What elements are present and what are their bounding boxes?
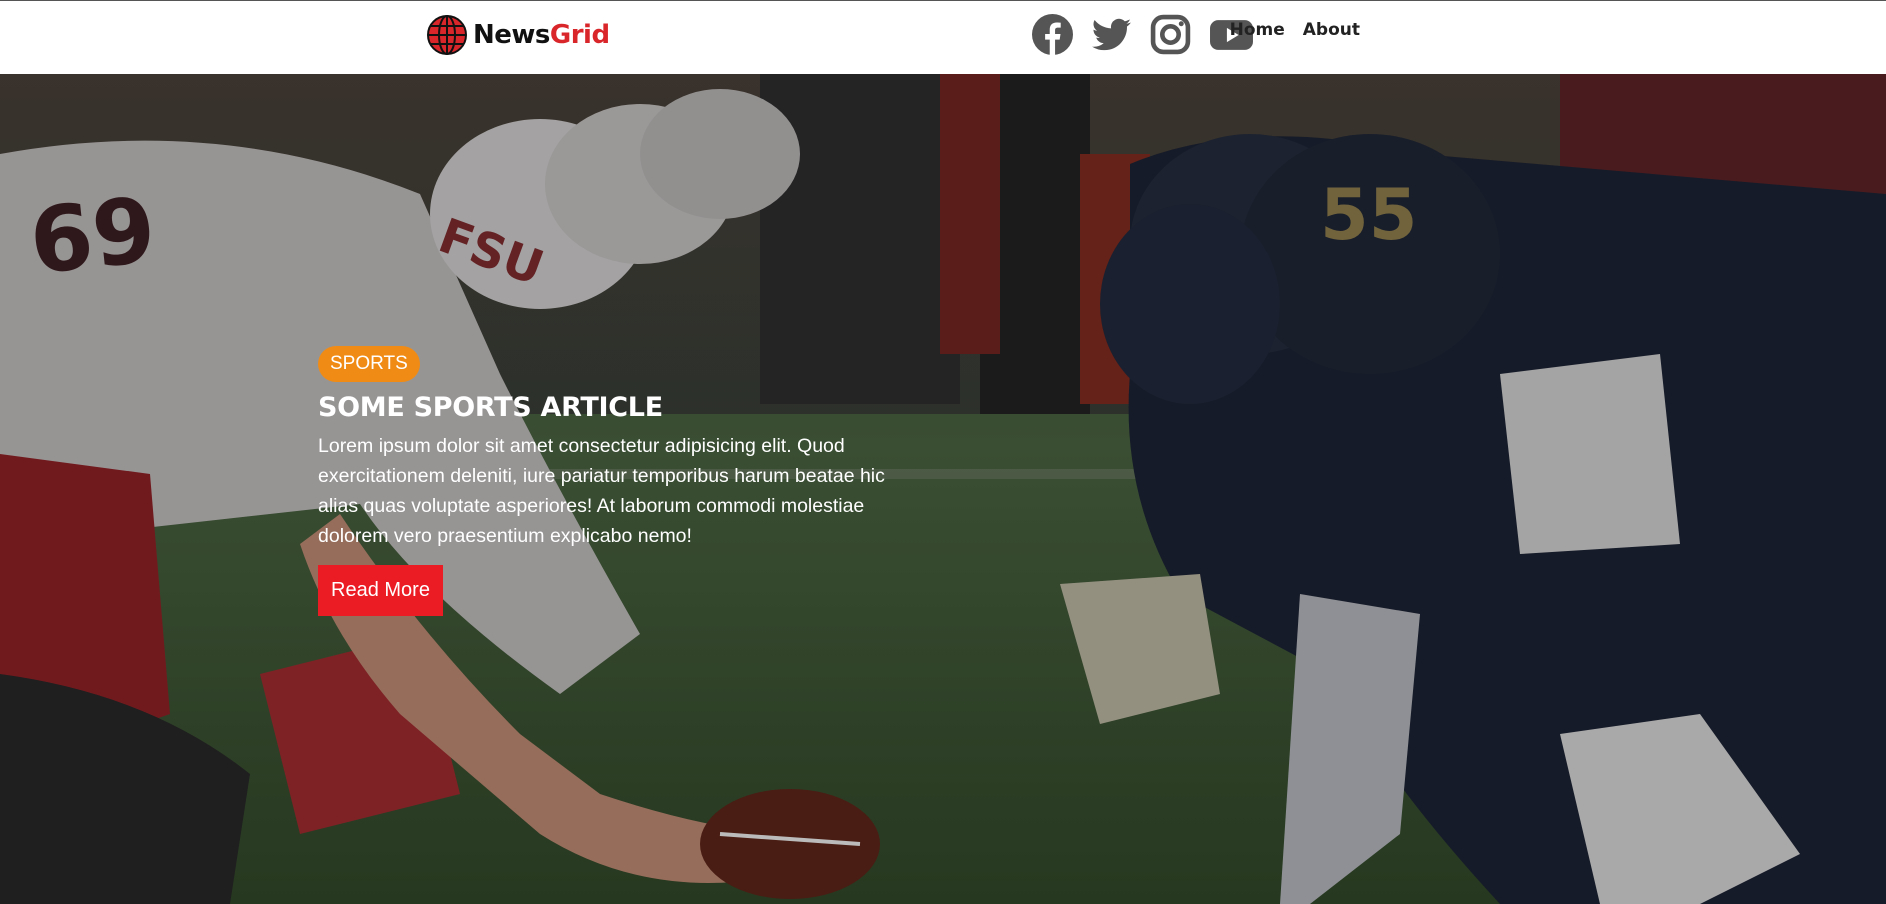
nav-about-link[interactable]: About — [1303, 20, 1360, 40]
hero-overlay — [0, 74, 1886, 904]
category-badge[interactable]: SPORTS — [318, 346, 420, 382]
hero-banner: 55 FSU 69 SPORTS SOME SPORTS ARTICLE Lor… — [0, 74, 1886, 904]
brand-name-part1: News — [473, 20, 550, 50]
brand-name: NewsGrid — [473, 20, 610, 50]
globe-icon — [427, 15, 467, 55]
read-more-button[interactable]: Read More — [318, 565, 443, 616]
instagram-icon[interactable] — [1150, 14, 1191, 55]
article-excerpt: Lorem ipsum dolor sit amet consectetur a… — [318, 435, 885, 547]
twitter-icon[interactable] — [1091, 14, 1132, 55]
brand-logo[interactable]: NewsGrid — [427, 15, 610, 55]
brand-name-part2: Grid — [549, 20, 610, 50]
main-nav: Home About — [1230, 20, 1360, 40]
article-title: SOME SPORTS ARTICLE — [318, 392, 663, 423]
social-links — [1032, 14, 1254, 55]
nav-home-link[interactable]: Home — [1230, 20, 1285, 40]
featured-article: SPORTS SOME SPORTS ARTICLE Lorem ipsum d… — [318, 346, 928, 616]
facebook-icon[interactable] — [1032, 14, 1073, 55]
navbar: NewsGrid Home About — [0, 1, 1886, 74]
